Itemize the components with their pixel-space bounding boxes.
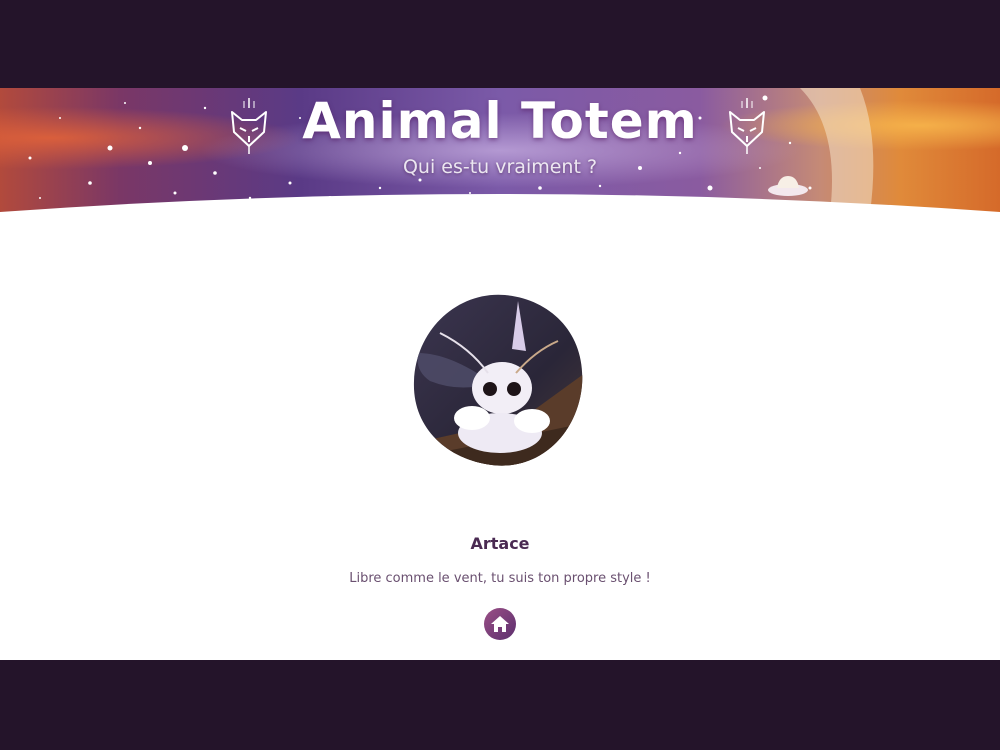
totem-fox-icon [729, 98, 765, 154]
app-subtitle: Qui es-tu vraiment ? [402, 156, 598, 178]
home-icon [491, 616, 509, 632]
moth-image [413, 294, 583, 466]
animal-description: Libre comme le vent, tu suis ton propre … [349, 571, 651, 586]
app-title: Animal Totem [302, 92, 698, 150]
header-banner: Animal Totem Qui es-tu vraiment ? [0, 88, 1000, 213]
home-button[interactable] [484, 608, 516, 640]
header-curve [0, 194, 1000, 213]
app-frame: Animal Totem Qui es-tu vraiment ? Artace… [0, 88, 1000, 660]
animal-name: Artace [470, 534, 530, 553]
